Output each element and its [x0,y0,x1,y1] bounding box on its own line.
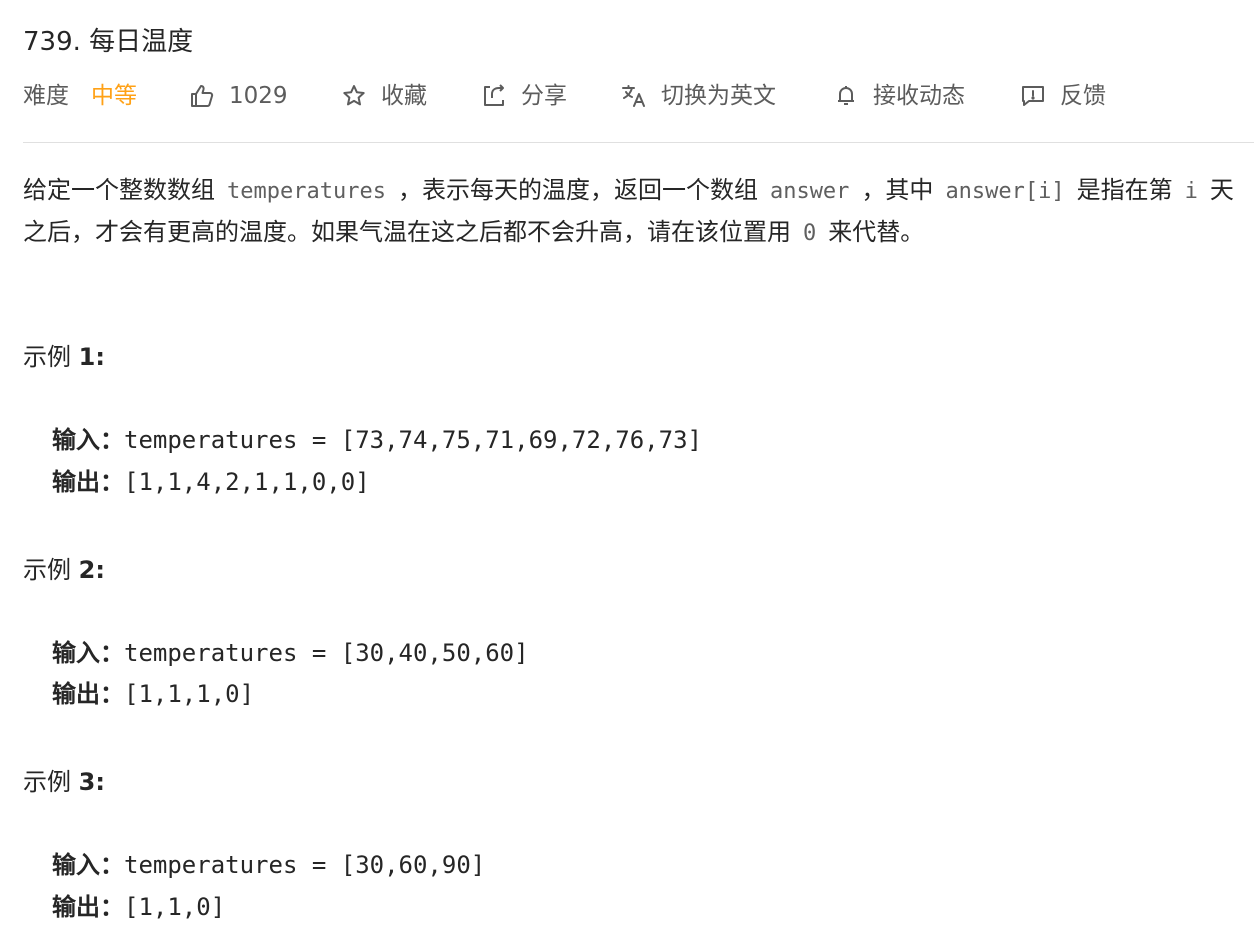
inline-code: answer[i] [945,179,1065,204]
like-button[interactable]: 1029 [189,78,288,114]
translate-button[interactable]: 切换为英文 [621,78,776,114]
example-title: 示例 3: [23,764,105,800]
example-title-num: 3: [78,768,105,796]
feedback-button[interactable]: 反馈 [1020,78,1106,114]
inline-code: answer [769,179,850,204]
example-output: 输出：[1,1,1,0] [52,676,254,712]
translate-icon [621,83,647,109]
desc-text: ，其中 [861,176,934,204]
example-title-prefix: 示例 [23,768,71,796]
example-input: 输入：temperatures = [30,40,50,60] [52,635,529,671]
page-title: 739. 每日温度 [23,27,194,57]
desc-text: ，表示每天的温度，返回一个数组 [397,176,758,204]
share-label: 分享 [521,83,567,109]
inline-code: temperatures [227,179,386,204]
input-value: temperatures = [30,60,90] [124,851,486,879]
example-title-num: 2: [78,556,105,584]
output-value: [1,1,4,2,1,1,0,0] [124,468,370,496]
problem-description: 给定一个整数数组 temperatures ，表示每天的温度，返回一个数组 answe… [23,170,1248,254]
inline-code: i [1184,179,1198,204]
desc-text: 给定一个整数数组 [23,176,215,204]
desc-text: 来代替。 [828,218,925,246]
star-icon [341,83,367,109]
problem-toolbar: 难度 中等 1029 收藏 分享 切换为英文 接收动态 反馈 [23,78,1243,114]
output-value: [1,1,1,0] [124,680,255,708]
input-value: temperatures = [73,74,75,71,69,72,76,73] [124,426,702,454]
share-button[interactable]: 分享 [481,78,567,114]
output-label: 输出： [52,680,124,708]
example-title-prefix: 示例 [23,556,71,584]
inline-code: 0 [803,221,817,246]
example-input: 输入：temperatures = [73,74,75,71,69,72,76,… [52,422,702,458]
notify-label: 接收动态 [873,83,965,109]
favorite-button[interactable]: 收藏 [341,78,427,114]
like-count: 1029 [229,83,288,109]
input-label: 输入： [52,426,124,454]
feedback-icon [1020,83,1046,109]
header-divider [23,142,1254,143]
output-value: [1,1,0] [124,893,226,921]
favorite-label: 收藏 [381,83,427,109]
thumbs-up-icon [189,83,215,109]
example-title-num: 1: [78,343,105,371]
input-label: 输入： [52,851,124,879]
example-title: 示例 1: [23,339,105,375]
example-input: 输入：temperatures = [30,60,90] [52,847,485,883]
bell-icon [833,83,859,109]
output-label: 输出： [52,893,124,921]
input-value: temperatures = [30,40,50,60] [124,639,529,667]
example-title-prefix: 示例 [23,343,71,371]
share-icon [481,83,507,109]
feedback-label: 反馈 [1060,83,1106,109]
translate-label: 切换为英文 [661,83,776,109]
difficulty-label: 难度 [23,83,69,109]
desc-text: 是指在第 [1076,176,1173,204]
notify-button[interactable]: 接收动态 [833,78,965,114]
output-label: 输出： [52,468,124,496]
example-output: 输出：[1,1,0] [52,889,225,925]
example-title: 示例 2: [23,552,105,588]
difficulty-value: 中等 [91,83,137,109]
input-label: 输入： [52,639,124,667]
example-output: 输出：[1,1,4,2,1,1,0,0] [52,464,370,500]
difficulty: 难度 中等 [23,78,137,114]
